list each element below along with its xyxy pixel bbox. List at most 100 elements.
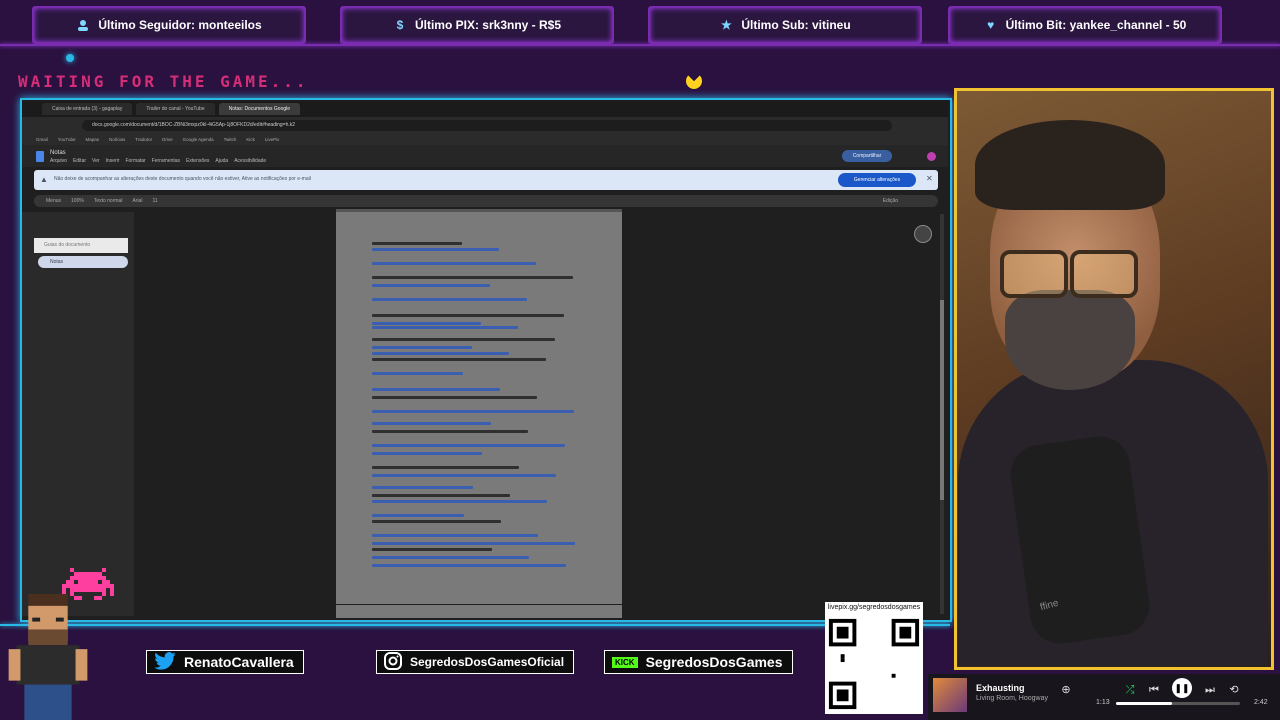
document-text-line [372,314,564,317]
document-text-line [372,542,575,545]
menu-item[interactable]: Formatar [125,158,145,164]
user-icon [76,18,90,32]
alert-last-sub: ★ Último Sub: vitineu [648,6,922,44]
progress-fill [1116,702,1172,705]
menu-item[interactable]: Editar [73,158,86,164]
ruler [336,209,622,212]
close-icon[interactable]: ✕ [926,174,933,183]
social-handle: RenatoCavallera [184,654,294,670]
star-icon: ★ [720,18,732,32]
diamond-icon: ♥ [987,18,995,32]
bookmark[interactable]: Mapas [85,137,99,142]
outline-header[interactable]: Guias do documento [34,238,128,253]
outline-panel [22,212,134,616]
instagram-icon [384,651,402,673]
album-art [933,678,967,712]
alert-last-pix: $ Último PIX: srk3nny - R$5 [340,6,614,44]
toolbar-zoom[interactable]: 100% [71,198,84,204]
previous-icon[interactable]: ⏮ [1146,682,1162,698]
document-text-line [372,564,566,567]
document-text-line [372,388,500,391]
document-text-line [372,474,556,477]
browser-tab[interactable]: Trailer do canal - YouTube [136,103,215,115]
menu-item[interactable]: Extensões [186,158,209,164]
menu-item[interactable]: Ferramentas [152,158,180,164]
waiting-text: WAITING FOR THE GAME... [18,72,309,91]
bookmark[interactable]: Google Agenda [183,137,214,142]
bookmark[interactable]: Kick [246,137,255,142]
doc-menu: Arquivo Editar Ver Inserir Formatar Ferr… [50,158,266,164]
pause-icon[interactable]: ❚❚ [1172,678,1192,698]
outline-item[interactable]: Notas [38,256,128,268]
neon-line [0,44,1280,46]
document-text-line [372,430,528,433]
next-icon[interactable]: ⏭ [1202,682,1218,698]
document-text-line [372,514,464,517]
profile-avatar-icon[interactable] [927,152,936,161]
glasses-icon [1070,250,1138,298]
bookmarks-bar: Gmail YouTube Mapas Notícias Tradutor Dr… [22,133,948,145]
document-text-line [372,358,546,361]
scrollbar-thumb[interactable] [940,300,944,500]
social-kick[interactable]: KICK SegredosDosGames [604,650,793,674]
docs-logo-icon[interactable] [36,151,44,162]
social-twitter[interactable]: RenatoCavallera [146,650,304,674]
repeat-icon[interactable]: ⟲ [1226,682,1242,698]
document-text-line [372,452,482,455]
alert-text: Último Bit: yankee_channel - 50 [1005,18,1187,32]
bookmark[interactable]: Notícias [109,137,125,142]
document-text-line [372,556,529,559]
social-instagram[interactable]: SegredosDosGamesOficial [376,650,575,674]
bookmark[interactable]: Twitch [224,137,237,142]
social-handle: SegredosDosGames [645,654,783,670]
menu-item[interactable]: Inserir [106,158,120,164]
bookmark[interactable]: Tradutor [135,137,152,142]
toolbar-font-size[interactable]: 11 [152,198,157,204]
browser-tab-active[interactable]: Notas: Documentos Google [218,103,301,115]
bookmark[interactable]: LivePix [265,137,280,142]
info-icon: ▲ [40,175,48,184]
duration-time: 2:42 [1254,699,1268,706]
toolbar-font[interactable]: Arial [132,198,142,204]
dot-icon [66,54,74,62]
document-text-line [372,298,527,301]
menu-item[interactable]: Ver [92,158,100,164]
side-button-icon[interactable] [914,225,932,243]
document-text-line [372,422,491,425]
dollar-icon: $ [396,18,404,32]
toolbar-edit-mode[interactable]: Edição [883,198,898,204]
toolbar-menus[interactable]: Menus [46,198,61,204]
bookmark[interactable]: Drive [162,137,173,142]
alert-text: Último PIX: srk3nny - R$5 [414,18,562,32]
share-button[interactable]: Compartilhar [842,150,892,162]
document-text-line [372,276,573,279]
doc-title[interactable]: Notas [50,150,66,156]
track-title: Exhausting [976,683,1025,693]
document-text-line [372,410,574,413]
document-page[interactable] [336,212,622,604]
banner-button[interactable]: Gerenciar alterações [838,173,916,187]
url-field[interactable]: docs.google.com/document/d/1BOC-ZBNi3mxp… [82,119,892,131]
document-text-line [372,396,537,399]
bookmark[interactable]: YouTube [58,137,76,142]
menu-item[interactable]: Arquivo [50,158,67,164]
bookmark[interactable]: Gmail [36,137,48,142]
webcam-hair [975,120,1165,210]
document-text-line [372,520,501,523]
add-icon[interactable]: ⊕ [1058,682,1074,698]
menu-item[interactable]: Acessibilidade [234,158,266,164]
browser-tab[interactable]: Caixa de entrada (3) - gagaplay [42,103,133,115]
document-text-line [372,242,462,245]
menu-item[interactable]: Ajuda [215,158,228,164]
toolbar-style[interactable]: Texto normal [94,198,123,204]
qr-code-icon[interactable] [825,614,923,714]
alert-last-bit: ♥ Último Bit: yankee_channel - 50 [948,6,1222,44]
kick-icon: KICK [612,656,638,668]
banner-text: Não deixe de acompanhar as alterações de… [54,176,311,182]
twitter-icon [154,651,176,673]
shuffle-icon[interactable]: ⤮ [1122,682,1138,698]
neon-line [0,624,950,626]
docs-toolbar: Menus 100% Texto normal Arial 11 Edição [34,195,938,207]
qr-label: livepix.gg/segredosdosgames [825,602,923,614]
track-artist: Living Room, Hoogway [976,695,1048,702]
